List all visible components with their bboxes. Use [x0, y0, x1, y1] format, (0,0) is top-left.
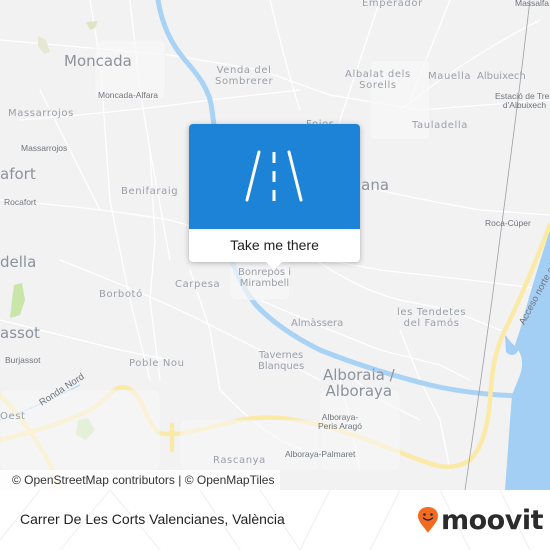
place-label-rocafort-stop: Rocafort [4, 197, 37, 207]
place-label-alboraya-palmaret: Alboraya-Palmaret [285, 449, 356, 459]
footer-bar: Carrer De Les Corts Valencianes, Valènci… [0, 490, 550, 550]
place-label-les-tendetes: les Tendetes del Famós [397, 307, 467, 329]
place-label-roca-cuper: Roca-Cúper [485, 218, 531, 228]
place-label-benifaraig: Benifaraig [121, 186, 179, 197]
place-label-poble-nou: Poble Nou [129, 358, 185, 369]
place-label-estacio-albuixech: Estació de Tren d'Albuixech [495, 91, 550, 110]
place-label-bonrepos: Bonrepòs i Mirambell [238, 267, 291, 289]
place-label-tauladella: Tauladella [412, 120, 469, 131]
place-label-moncada-alfara: Moncada-Alfara [98, 90, 159, 100]
sea [505, 230, 550, 490]
road-icon [245, 150, 303, 202]
place-label-albuixech: Albuixech [477, 71, 526, 82]
place-label-mauella: Mauella [428, 71, 472, 82]
place-label-massalfassar: Massalfa [515, 0, 550, 8]
location-popup[interactable]: Take me there [189, 124, 360, 270]
place-label-oest: Oest [0, 411, 26, 422]
place-label-massarrojos-stop: Massarrojos [21, 143, 68, 153]
park-moncada [86, 21, 98, 30]
place-label-godella: della [0, 253, 37, 271]
moovit-logo[interactable]: moovit [417, 504, 544, 536]
place-label-venda-del-sombrerer: Venda del Sombrerer [215, 65, 274, 87]
place-label-almassera: Almàssera [291, 318, 344, 329]
place-label-alboraya-peris-arago: Alboraya- Peris Aragó [318, 412, 362, 431]
place-label-albalat-dels-sorells: Albalat dels Sorells [345, 69, 411, 91]
place-label-burjassot-stop: Burjassot [5, 355, 41, 365]
place-label-rascanya: Rascanya [213, 455, 266, 466]
popup-header[interactable] [189, 124, 360, 229]
moovit-pin-icon [418, 507, 438, 533]
park-burjassot [10, 283, 25, 318]
park-moncada-west [38, 36, 50, 54]
take-me-there-button[interactable]: Take me there [189, 229, 360, 262]
place-label-burjassot: assot [0, 324, 40, 342]
place-label-moncada: Moncada [64, 52, 132, 70]
place-label-carpesa: Carpesa [175, 279, 221, 290]
map-view[interactable]: Emperador Moncada Venda del Sombrerer Al… [0, 0, 550, 490]
place-label-rocafort: afort [0, 165, 36, 183]
place-label-alboraia: Alboraia / Alboraya [323, 366, 395, 400]
place-label-meliana: iana [357, 176, 390, 194]
place-label-emperador: Emperador [362, 0, 423, 9]
address-label: Carrer De Les Corts Valencianes, Valènci… [20, 511, 285, 527]
place-label-tavernes-blanques: Tavernes Blanques [258, 350, 305, 372]
place-label-borboto: Borbotó [99, 289, 143, 300]
place-label-massarrojos: Massarrojos [8, 108, 74, 119]
map-attribution[interactable]: © OpenStreetMap contributors | © OpenMap… [0, 470, 281, 490]
moovit-wordmark: moovit [441, 504, 544, 536]
popup-pointer [265, 261, 283, 270]
